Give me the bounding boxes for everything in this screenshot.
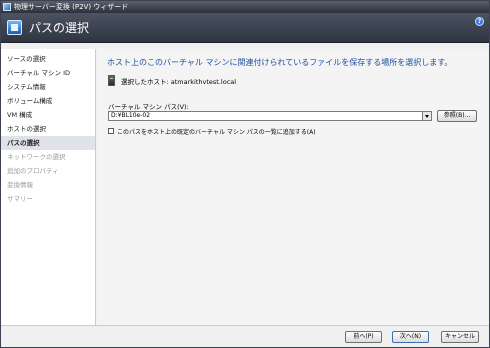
wizard-header: パスの選択 ? — [1, 13, 489, 43]
sidebar-item-volume-config[interactable]: ボリューム構成 — [1, 94, 95, 108]
wizard-steps-sidebar: ソースの選択 バーチャル マシン ID システム情報 ボリューム構成 VM 構成… — [1, 49, 96, 325]
window-title: 物理サーバー変換 (P2V) ウィザード — [14, 3, 129, 11]
sidebar-item-label: ネットワークの選択 — [7, 153, 66, 161]
app-icon — [3, 3, 11, 11]
sidebar-item-label: ホストの選択 — [7, 125, 46, 133]
sidebar-item-label: パスの選択 — [7, 139, 40, 147]
sidebar-item-label: 変換情報 — [7, 181, 33, 189]
sidebar-item-label: ソースの選択 — [7, 55, 46, 63]
sidebar-item-source[interactable]: ソースの選択 — [1, 52, 95, 66]
next-button[interactable]: 次へ(N) — [392, 331, 429, 343]
instruction-heading: ホスト上のこのバーチャル マシンに関連付けられているファイルを保存する場所を選択… — [107, 58, 453, 67]
vm-path-dropdown-button[interactable] — [422, 111, 432, 121]
main-panel: ホスト上のこのバーチャル マシンに関連付けられているファイルを保存する場所を選択… — [97, 49, 489, 325]
sidebar-item-conversion-info: 変換情報 — [1, 178, 95, 192]
chevron-down-icon — [425, 115, 429, 118]
sidebar-item-label: システム情報 — [7, 83, 46, 91]
cancel-button[interactable]: キャンセル — [441, 331, 479, 343]
add-default-path-label[interactable]: このパスをホスト上の既定のバーチャル マシン パスの一覧に追加する(A) — [117, 127, 316, 136]
vm-path-combobox[interactable]: D:¥BL10e-02 — [108, 111, 432, 121]
wizard-window: 物理サーバー変換 (P2V) ウィザード パスの選択 ? ソースの選択 バーチャ… — [0, 0, 490, 348]
sidebar-item-vm-id[interactable]: バーチャル マシン ID — [1, 66, 95, 80]
page-title: パスの選択 — [29, 21, 90, 35]
sidebar-item-label: ボリューム構成 — [7, 97, 53, 105]
sidebar-item-label: VM 構成 — [7, 111, 33, 119]
sidebar-item-label: サマリー — [7, 195, 33, 203]
sidebar-item-network-select: ネットワークの選択 — [1, 150, 95, 164]
sidebar-item-path-select[interactable]: パスの選択 — [1, 136, 95, 150]
selected-host-label: 選択したホスト: atmarkithvtest.local — [121, 78, 237, 86]
add-default-path-checkbox[interactable] — [108, 128, 114, 134]
server-icon — [108, 75, 115, 86]
sidebar-item-label: 追加のプロパティ — [7, 167, 59, 175]
sidebar-item-system-info[interactable]: システム情報 — [1, 80, 95, 94]
sidebar-item-host-select[interactable]: ホストの選択 — [1, 122, 95, 136]
help-icon[interactable]: ? — [475, 17, 484, 26]
sidebar-item-summary: サマリー — [1, 192, 95, 206]
vm-path-label: バーチャル マシン パス(V): — [108, 103, 189, 111]
previous-button[interactable]: 前へ(P) — [345, 331, 382, 343]
title-bar: 物理サーバー変換 (P2V) ウィザード — [1, 1, 489, 13]
sidebar-item-additional-properties: 追加のプロパティ — [1, 164, 95, 178]
sidebar-item-vm-config[interactable]: VM 構成 — [1, 108, 95, 122]
browse-button[interactable]: 参照(B)... — [437, 110, 477, 122]
wizard-footer: 前へ(P) 次へ(N) キャンセル — [1, 325, 489, 347]
wizard-page-icon — [7, 20, 22, 35]
sidebar-item-label: バーチャル マシン ID — [7, 69, 70, 77]
